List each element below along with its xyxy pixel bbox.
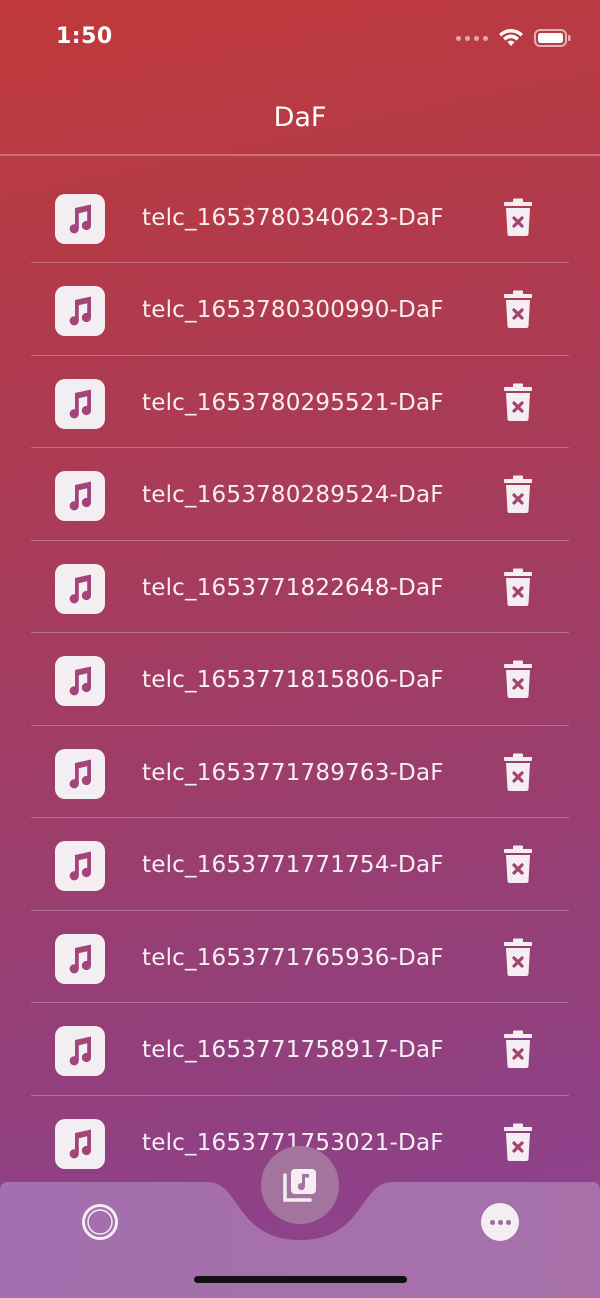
trash-delete-icon	[504, 383, 532, 421]
trash-delete-icon	[504, 475, 532, 513]
music-note-icon	[69, 759, 92, 788]
home-indicator[interactable]	[194, 1276, 407, 1283]
list-item[interactable]: telc_1653771771754-DaF	[31, 818, 569, 911]
more-options-button[interactable]	[481, 1203, 519, 1241]
status-bar: 1:50	[0, 0, 600, 80]
recordings-list[interactable]: telc_1653780340623-DaF telc_1653780300990…	[0, 158, 600, 1183]
more-options-icon	[489, 1219, 495, 1225]
delete-button[interactable]	[503, 290, 533, 328]
music-file-icon-tile	[55, 194, 105, 244]
delete-button[interactable]	[503, 753, 533, 791]
music-note-icon	[69, 204, 92, 234]
list-item[interactable]: telc_1653780340623-DaF	[31, 158, 569, 263]
trash-delete-icon	[504, 845, 532, 883]
list-item[interactable]: telc_1653771822648-DaF	[31, 541, 569, 633]
recording-name: telc_1653780295521-DaF	[142, 389, 444, 416]
delete-button[interactable]	[503, 568, 533, 606]
page-title: DaF	[273, 101, 327, 133]
recording-name: telc_1653771815806-DaF	[142, 667, 444, 693]
delete-button[interactable]	[503, 938, 533, 976]
delete-button[interactable]	[503, 383, 533, 421]
music-file-icon-tile	[55, 563, 105, 614]
music-note-icon	[69, 666, 92, 696]
delete-button[interactable]	[503, 1030, 533, 1068]
music-note-icon	[69, 481, 92, 511]
music-note-icon	[69, 389, 92, 418]
music-file-icon-tile	[55, 841, 105, 891]
music-file-icon-tile	[55, 933, 105, 984]
delete-button[interactable]	[503, 198, 533, 236]
trash-delete-icon	[504, 753, 532, 791]
trash-delete-icon	[504, 660, 532, 698]
delete-button[interactable]	[503, 845, 533, 883]
status-icons	[456, 28, 572, 48]
music-library-button[interactable]	[261, 1146, 339, 1224]
list-item[interactable]: telc_1653771815806-DaF	[31, 633, 569, 726]
list-item[interactable]: telc_1653771758917-DaF	[31, 1003, 569, 1096]
list-item[interactable]: telc_1653780295521-DaF	[31, 356, 569, 448]
music-library-icon	[283, 1169, 316, 1202]
delete-button[interactable]	[503, 660, 533, 698]
delete-button[interactable]	[503, 1123, 533, 1161]
trash-delete-icon	[504, 290, 532, 328]
header: DaF	[0, 80, 600, 156]
record-icon	[82, 1204, 118, 1240]
list-item[interactable]: telc_1653771789763-DaF	[31, 726, 569, 818]
music-note-icon	[69, 851, 92, 881]
recording-name: telc_1653771789763-DaF	[142, 759, 444, 786]
recording-name: telc_1653780289524-DaF	[142, 482, 444, 508]
trash-delete-icon	[504, 1123, 532, 1161]
music-file-icon-tile	[55, 1026, 105, 1076]
list-item[interactable]: telc_1653780289524-DaF	[31, 448, 569, 541]
record-button[interactable]	[81, 1203, 119, 1241]
music-file-icon-tile	[55, 378, 105, 429]
recording-name: telc_1653780340623-DaF	[142, 205, 444, 231]
recording-name: telc_1653780300990-DaF	[142, 297, 444, 323]
wifi-icon	[499, 29, 523, 46]
music-file-icon-tile	[55, 471, 105, 521]
recording-name: telc_1653771771754-DaF	[142, 852, 444, 878]
music-note-icon	[69, 1129, 92, 1158]
status-time: 1:50	[56, 24, 113, 49]
trash-delete-icon	[504, 198, 532, 236]
music-note-icon	[69, 1036, 92, 1066]
music-file-icon-tile	[55, 1118, 105, 1169]
battery-icon	[534, 29, 571, 47]
trash-delete-icon	[504, 568, 532, 606]
signal-icon	[456, 35, 488, 41]
music-file-icon-tile	[55, 656, 105, 706]
recording-name: telc_1653771822648-DaF	[142, 574, 444, 601]
list-item[interactable]: telc_1653780300990-DaF	[31, 263, 569, 356]
recording-name: telc_1653771765936-DaF	[142, 944, 444, 971]
trash-delete-icon	[504, 938, 532, 976]
trash-delete-icon	[504, 1030, 532, 1068]
music-note-icon	[69, 944, 92, 973]
list-item[interactable]: telc_1653771765936-DaF	[31, 911, 569, 1003]
music-note-icon	[69, 296, 92, 326]
delete-button[interactable]	[503, 475, 533, 513]
recording-name: telc_1653771758917-DaF	[142, 1037, 444, 1063]
music-file-icon-tile	[55, 748, 105, 799]
music-file-icon-tile	[55, 286, 105, 336]
music-note-icon	[69, 574, 92, 603]
